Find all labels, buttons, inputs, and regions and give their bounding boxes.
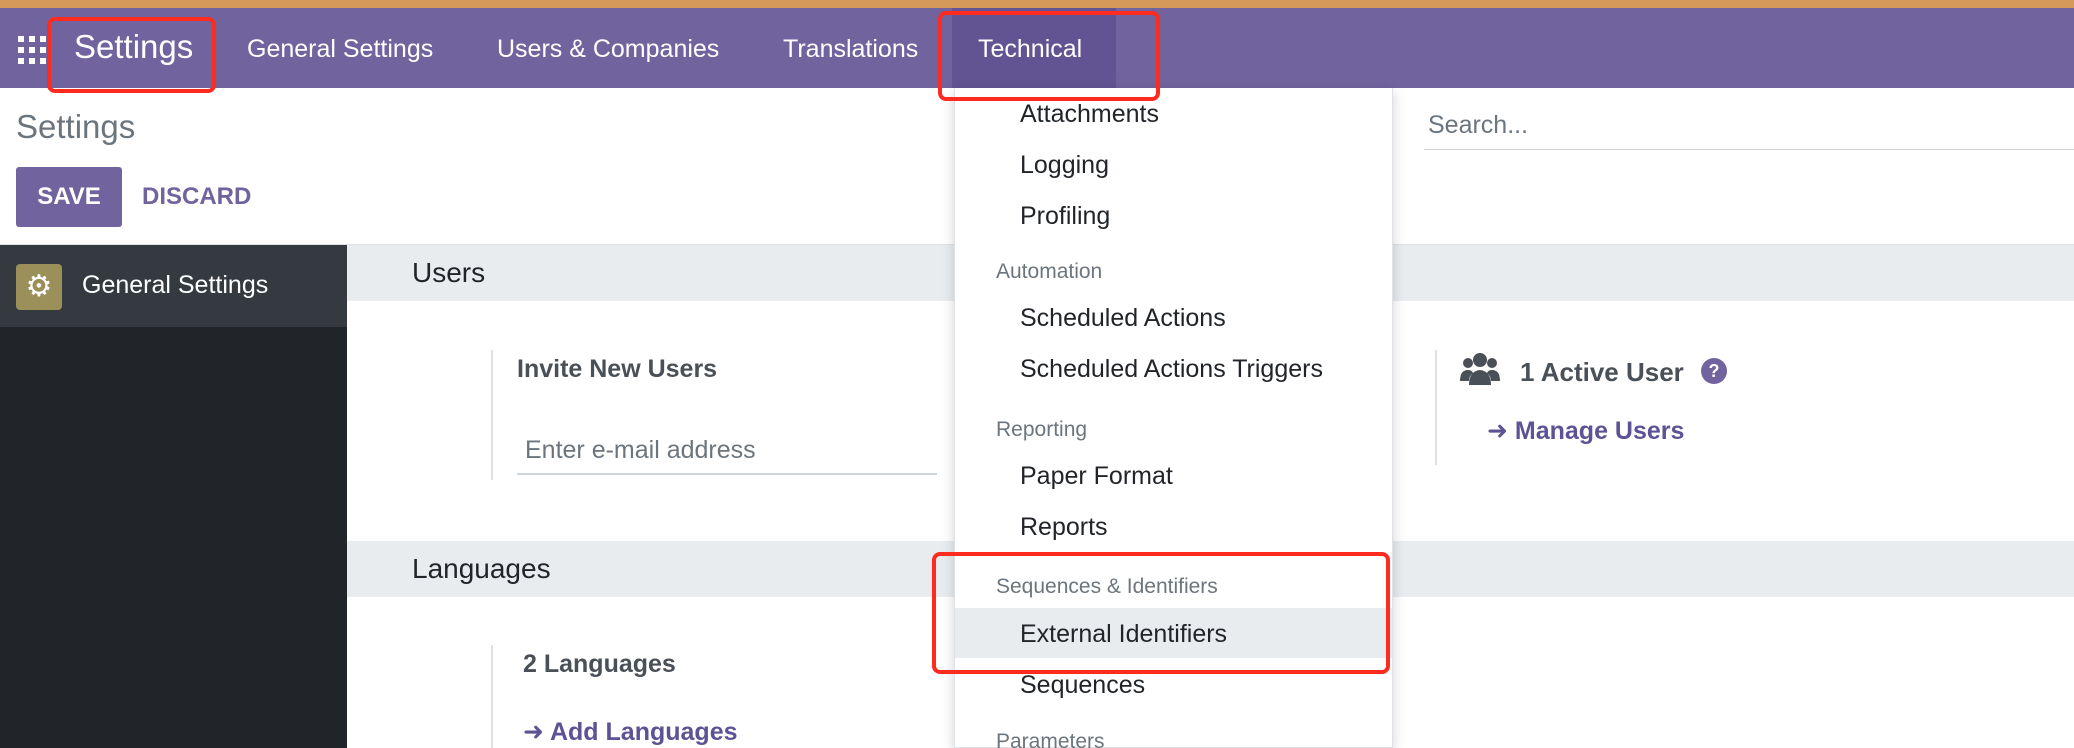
languages-count-label: 2 Languages [523,650,676,678]
menu-item-label: Profiling [1020,202,1111,230]
menu-item-label: Paper Format [1020,462,1173,490]
menu-item-label: Logging [1020,151,1109,179]
menu-item-label: Attachments [1020,100,1159,128]
menu-item-paper-format[interactable]: Paper Format [955,450,1392,500]
nav-users-companies[interactable]: Users & Companies [497,35,719,64]
search-input[interactable] [1424,102,2074,149]
arrow-right-icon: ➜ [523,718,544,746]
discard-button[interactable]: DISCARD [142,167,251,227]
active-users-count: 1 Active User [1520,357,1684,387]
email-field[interactable] [517,427,937,473]
search-box [1424,102,2074,150]
invite-users-label: Invite New Users [517,355,718,383]
setting-divider [491,645,493,748]
setting-divider [1435,350,1437,465]
menu-item-label: Sequences [1020,671,1146,699]
menu-header-reporting: Reporting [996,418,1088,441]
menu-header-parameters: Parameters [996,730,1105,748]
nav-translations[interactable]: Translations [783,35,918,64]
menu-item-label: Reports [1020,513,1108,541]
highlight-box-settings [47,17,216,93]
highlight-box-external-identifiers [932,552,1390,674]
setting-divider [491,350,493,480]
add-languages-link[interactable]: ➜ Add Languages [523,717,738,747]
menu-item-label: Scheduled Actions Triggers [1020,355,1323,383]
section-title-languages: Languages [412,553,551,584]
section-title-users: Users [412,257,486,288]
highlight-box-technical [938,11,1160,101]
apps-grid-icon[interactable] [18,36,46,64]
menu-item-scheduled-actions-triggers[interactable]: Scheduled Actions Triggers [955,343,1392,393]
settings-sidebar: ⚙ General Settings [0,245,347,748]
save-button[interactable]: SAVE [16,167,122,227]
menu-item-profiling[interactable]: Profiling [955,190,1392,240]
help-icon[interactable]: ? [1701,358,1727,384]
menu-item-label: Scheduled Actions [1020,304,1226,332]
sidebar-item-general-settings[interactable]: ⚙ General Settings [0,245,347,327]
users-icon [1460,353,1500,385]
top-accent-strip [0,0,2074,8]
manage-users-link[interactable]: ➜ Manage Users [1487,416,1684,446]
menu-header-automation: Automation [996,260,1103,283]
add-languages-label: Add Languages [549,718,738,746]
gear-icon: ⚙ [16,264,62,310]
sidebar-item-label: General Settings [82,271,269,299]
page-title: Settings [16,108,136,145]
menu-item-logging[interactable]: Logging [955,139,1392,189]
arrow-right-icon: ➜ [1487,417,1508,445]
manage-users-label: Manage Users [1514,417,1685,445]
email-field-wrapper [517,427,937,475]
menu-item-scheduled-actions[interactable]: Scheduled Actions [955,292,1392,342]
nav-general-settings[interactable]: General Settings [247,35,433,64]
menu-item-reports[interactable]: Reports [955,501,1392,551]
